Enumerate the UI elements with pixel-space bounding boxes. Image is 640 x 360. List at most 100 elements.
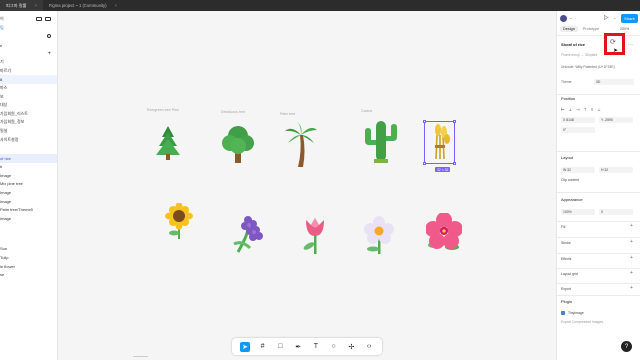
layer-row[interactable]: 대상 xyxy=(0,101,57,110)
layer-row-selected[interactable]: 8 xyxy=(0,75,57,84)
layer-row[interactable]: Palm tree/Theme5 xyxy=(0,205,57,214)
resize-handle[interactable] xyxy=(453,162,456,165)
component-breadcrumb[interactable]: Fluent emoji → 3D/plant xyxy=(561,53,597,57)
text-tool-icon[interactable]: T xyxy=(311,342,321,352)
dev-mode-icon[interactable]: ‹› xyxy=(364,342,374,352)
present-play-icon[interactable]: ▷ xyxy=(604,14,609,21)
clip-content-checkbox[interactable]: Clip content xyxy=(561,178,579,182)
divider xyxy=(557,151,640,152)
align-bottom-icon[interactable]: ⊥ xyxy=(597,107,600,112)
evergreen-tree-icon[interactable] xyxy=(154,124,182,164)
panel-toggle-icon[interactable] xyxy=(36,17,42,22)
tab-prototype[interactable]: Prototype xyxy=(580,26,602,32)
add-effect-icon[interactable]: + xyxy=(630,255,633,261)
align-right-icon[interactable]: ⊣ xyxy=(576,107,579,112)
white-flower-icon[interactable] xyxy=(363,216,395,256)
add-stroke-icon[interactable]: + xyxy=(630,239,633,245)
layer-row[interactable]: 사이트설정 xyxy=(0,135,57,144)
height-input[interactable]: H 32 xyxy=(599,167,633,173)
actions-tool-icon[interactable]: ✢ xyxy=(346,342,356,352)
align-middle-icon[interactable]: ≡ xyxy=(591,107,593,112)
opacity-input[interactable]: 100% xyxy=(561,209,595,215)
drafts-link[interactable]: 팀 xyxy=(0,24,57,33)
canvas[interactable]: Evergreen tree Pine Deciduous tree Palm … xyxy=(58,11,556,360)
align-buttons: ⊢ ⊥ ⊣ ⊤ ≡ ⊥ xyxy=(561,107,601,112)
position-section-title: Position xyxy=(561,96,576,101)
move-tool-icon[interactable]: ➤ xyxy=(239,341,250,352)
layer-row[interactable]: 가입회원_리스트 xyxy=(0,110,57,119)
y-position-input[interactable]: Y -2590 xyxy=(599,117,633,123)
instance-swap-icon[interactable]: ⟳ xyxy=(610,38,616,46)
bottom-toolbar: ➤ # □ ✒ T ○ ✢ ‹› xyxy=(232,338,382,355)
theme-select[interactable]: 3D xyxy=(594,79,634,85)
layer-row[interactable]: 가입회원_정보 xyxy=(0,118,57,127)
align-top-icon[interactable]: ⊤ xyxy=(583,107,586,112)
x-position-input[interactable]: X 8148 xyxy=(561,117,595,123)
search-icon[interactable] xyxy=(47,34,51,39)
layer-row[interactable]: Image xyxy=(0,188,57,197)
pen-tool-icon[interactable]: ✒ xyxy=(293,342,303,352)
layer-row[interactable]: Mix pine tree xyxy=(0,180,57,189)
add-page-icon[interactable]: + xyxy=(47,51,51,57)
align-center-icon[interactable]: ⊥ xyxy=(568,107,571,112)
layer-row[interactable]: Sun xyxy=(0,245,57,254)
align-left-icon[interactable]: ⊢ xyxy=(561,107,564,112)
layer-row[interactable]: 마스 xyxy=(0,84,57,93)
plugin-name[interactable]: TinyImage xyxy=(568,311,584,315)
close-icon[interactable]: × xyxy=(115,3,117,8)
layer-row[interactable]: Image xyxy=(0,197,57,206)
property-label: Theme xyxy=(561,80,572,84)
layer-row[interactable]: b xyxy=(0,163,57,172)
cactus-icon[interactable] xyxy=(361,117,401,167)
palm-tree-icon[interactable] xyxy=(284,121,318,169)
tab-current-file[interactable]: 피그마 킬롤 × xyxy=(0,0,43,11)
rotation-input[interactable]: 0° xyxy=(561,127,595,133)
frame-tool-icon[interactable]: # xyxy=(258,342,268,352)
resize-handle[interactable] xyxy=(423,162,426,165)
layer-row[interactable]: 밀설 xyxy=(0,127,57,136)
more-icon[interactable]: ⋯ xyxy=(628,42,633,48)
avatar[interactable] xyxy=(560,15,567,22)
layer-row[interactable]: Image xyxy=(0,214,57,223)
layer-row[interactable]: Tulip xyxy=(0,253,57,262)
stroke-section-title: Stroke xyxy=(561,241,571,245)
layer-row-highlighted[interactable]: of rice xyxy=(0,153,57,163)
grid-icon[interactable] xyxy=(45,17,51,22)
tab-community-file[interactable]: Figma project ~ 1 (Community) × xyxy=(43,0,123,11)
layer-name[interactable]: Sheaf of rice xyxy=(561,42,585,47)
tab-design[interactable]: Design xyxy=(560,26,578,32)
sunflower-icon[interactable] xyxy=(164,203,194,241)
frame-label: Cactus xyxy=(361,109,373,113)
layer-row[interactable]: 마르기 xyxy=(0,67,57,76)
layer-row[interactable]: ie flower xyxy=(0,262,57,271)
shape-tool-icon[interactable]: □ xyxy=(275,342,285,352)
horizontal-scrollbar[interactable] xyxy=(133,356,148,357)
pages-label: e xyxy=(0,42,3,48)
layer-row[interactable]: se xyxy=(0,270,57,279)
resize-handle[interactable] xyxy=(423,120,426,123)
corner-radius-input[interactable]: 0 xyxy=(599,209,633,215)
layer-row[interactable]: Image xyxy=(0,171,57,180)
layer-row[interactable]: 보 xyxy=(0,92,57,101)
chevron-down-icon[interactable]: ⌄ xyxy=(613,15,616,20)
close-icon[interactable]: × xyxy=(34,3,36,8)
layer-row[interactable]: 기 xyxy=(0,58,57,67)
share-button[interactable]: Share xyxy=(621,14,638,23)
layout-section-title: Layout xyxy=(561,155,574,160)
add-export-icon[interactable]: + xyxy=(630,285,633,291)
hyacinth-icon[interactable] xyxy=(232,214,268,254)
comment-tool-icon[interactable]: ○ xyxy=(329,342,339,352)
add-fill-icon[interactable]: + xyxy=(630,223,633,229)
width-input[interactable]: W 32 xyxy=(561,167,595,173)
zoom-level[interactable]: 200% xyxy=(620,27,629,31)
chevron-down-icon[interactable]: ⌄ xyxy=(569,15,572,20)
layout-grid-section-title: Layout grid xyxy=(561,272,578,276)
add-layout-grid-icon[interactable]: + xyxy=(630,270,633,276)
help-button[interactable]: ? xyxy=(621,341,632,352)
sheaf-of-rice-icon[interactable] xyxy=(428,123,452,161)
resize-handle[interactable] xyxy=(453,120,456,123)
tulip-icon[interactable] xyxy=(300,216,330,256)
hibiscus-icon[interactable] xyxy=(426,213,462,253)
file-name: 이 xyxy=(0,16,4,22)
deciduous-tree-icon[interactable] xyxy=(222,121,254,167)
